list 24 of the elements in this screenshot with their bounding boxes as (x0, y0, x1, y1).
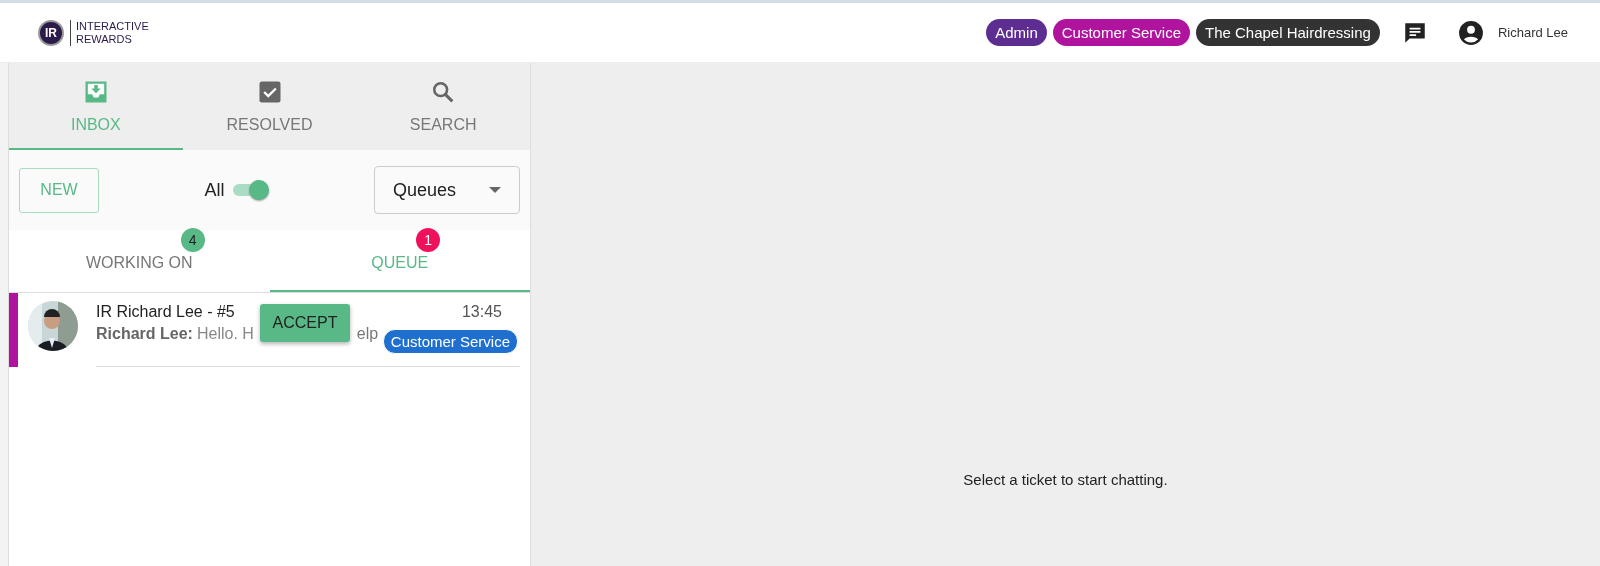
caret-icon (489, 186, 501, 194)
queue-tab[interactable]: QUEUE 1 (269, 230, 530, 292)
toggle-switch[interactable] (232, 179, 269, 201)
sender-name: Richard Lee: (96, 325, 193, 343)
account-icon[interactable] (1457, 19, 1484, 46)
empty-message: Select a ticket to start chatting. (963, 471, 1168, 488)
role-badge: Admin (986, 19, 1047, 46)
message-preview: elp (356, 325, 379, 343)
accept-button[interactable]: ACCEPT (260, 304, 350, 342)
new-button[interactable]: NEW (19, 167, 99, 213)
logo-text: REWARDS (76, 32, 133, 46)
ticket-time: 13:45 (461, 303, 502, 321)
nav-tab[interactable]: RESOLVED (182, 63, 357, 150)
toggle-label: All (204, 179, 225, 201)
message-preview: Hello. H (196, 325, 254, 343)
ticket-title: IR Richard Lee - #5 (96, 303, 235, 321)
queues-dropdown[interactable]: Queues (374, 166, 520, 214)
logo-mark: IR (38, 19, 64, 46)
logo-text: INTERACTIVE (76, 19, 149, 33)
nav-tab[interactable]: SEARCH (356, 63, 530, 150)
role-badge: The Chapel Hairdressing (1195, 19, 1380, 46)
queue-tag: Customer Service (382, 329, 518, 354)
role-badge: Customer Service (1052, 19, 1190, 46)
user-name[interactable]: Richard Lee (1497, 25, 1568, 40)
